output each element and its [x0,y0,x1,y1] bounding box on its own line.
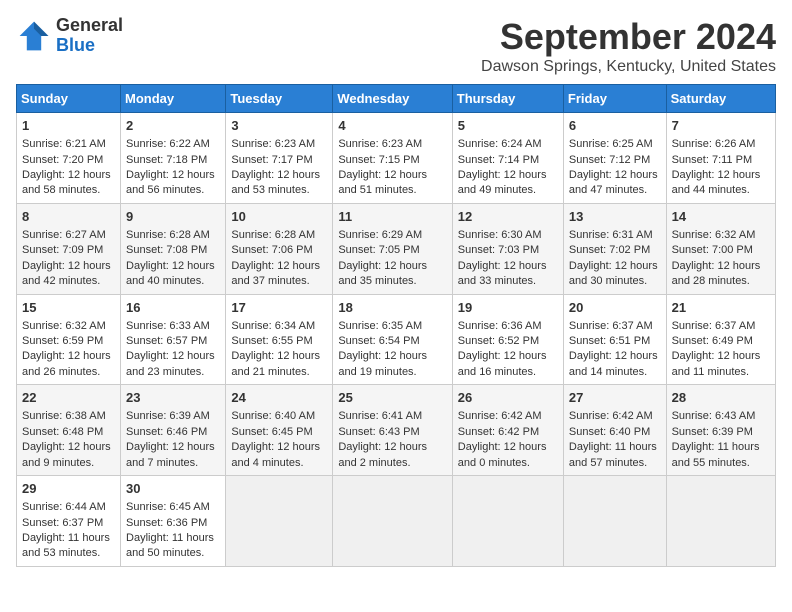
calendar-day-cell: 11Sunrise: 6:29 AMSunset: 7:05 PMDayligh… [333,203,452,294]
calendar-day-cell: 29Sunrise: 6:44 AMSunset: 6:37 PMDayligh… [17,476,121,567]
calendar-day-cell: 18Sunrise: 6:35 AMSunset: 6:54 PMDayligh… [333,294,452,385]
day-number: 10 [231,208,327,226]
day-number: 23 [126,389,220,407]
day-number: 4 [338,117,446,135]
calendar-day-cell: 1Sunrise: 6:21 AMSunset: 7:20 PMDaylight… [17,113,121,204]
weekday-header-monday: Monday [121,85,226,113]
empty-cell [333,476,452,567]
day-number: 13 [569,208,661,226]
day-number: 1 [22,117,115,135]
day-number: 28 [672,389,770,407]
calendar-table: SundayMondayTuesdayWednesdayThursdayFrid… [16,84,776,567]
weekday-header-saturday: Saturday [666,85,775,113]
calendar-day-cell: 21Sunrise: 6:37 AMSunset: 6:49 PMDayligh… [666,294,775,385]
day-number: 19 [458,299,558,317]
calendar-day-cell: 16Sunrise: 6:33 AMSunset: 6:57 PMDayligh… [121,294,226,385]
day-number: 8 [22,208,115,226]
day-number: 21 [672,299,770,317]
calendar-day-cell: 6Sunrise: 6:25 AMSunset: 7:12 PMDaylight… [563,113,666,204]
day-number: 16 [126,299,220,317]
weekday-header-friday: Friday [563,85,666,113]
logo-blue: Blue [56,35,95,55]
calendar-day-cell: 9Sunrise: 6:28 AMSunset: 7:08 PMDaylight… [121,203,226,294]
calendar-day-cell: 8Sunrise: 6:27 AMSunset: 7:09 PMDaylight… [17,203,121,294]
day-number: 7 [672,117,770,135]
location-title: Dawson Springs, Kentucky, United States [481,58,776,76]
calendar-day-cell: 5Sunrise: 6:24 AMSunset: 7:14 PMDaylight… [452,113,563,204]
calendar-day-cell: 30Sunrise: 6:45 AMSunset: 6:36 PMDayligh… [121,476,226,567]
calendar-day-cell: 24Sunrise: 6:40 AMSunset: 6:45 PMDayligh… [226,385,333,476]
weekday-header-wednesday: Wednesday [333,85,452,113]
calendar-day-cell: 20Sunrise: 6:37 AMSunset: 6:51 PMDayligh… [563,294,666,385]
day-number: 3 [231,117,327,135]
day-number: 29 [22,480,115,498]
empty-cell [452,476,563,567]
day-number: 15 [22,299,115,317]
calendar-day-cell: 4Sunrise: 6:23 AMSunset: 7:15 PMDaylight… [333,113,452,204]
calendar-day-cell: 17Sunrise: 6:34 AMSunset: 6:55 PMDayligh… [226,294,333,385]
day-number: 12 [458,208,558,226]
weekday-header-tuesday: Tuesday [226,85,333,113]
calendar-week-row: 22Sunrise: 6:38 AMSunset: 6:48 PMDayligh… [17,385,776,476]
day-number: 9 [126,208,220,226]
page-header: General Blue September 2024 Dawson Sprin… [16,16,776,76]
month-title: September 2024 [481,16,776,58]
empty-cell [666,476,775,567]
logo-icon [16,18,52,54]
calendar-week-row: 29Sunrise: 6:44 AMSunset: 6:37 PMDayligh… [17,476,776,567]
calendar-day-cell: 12Sunrise: 6:30 AMSunset: 7:03 PMDayligh… [452,203,563,294]
day-number: 18 [338,299,446,317]
calendar-day-cell: 25Sunrise: 6:41 AMSunset: 6:43 PMDayligh… [333,385,452,476]
day-number: 5 [458,117,558,135]
day-number: 27 [569,389,661,407]
calendar-week-row: 15Sunrise: 6:32 AMSunset: 6:59 PMDayligh… [17,294,776,385]
day-number: 20 [569,299,661,317]
logo: General Blue [16,16,123,56]
day-number: 22 [22,389,115,407]
weekday-header-sunday: Sunday [17,85,121,113]
logo-general: General [56,15,123,35]
day-number: 26 [458,389,558,407]
day-number: 14 [672,208,770,226]
empty-cell [226,476,333,567]
title-block: September 2024 Dawson Springs, Kentucky,… [481,16,776,76]
calendar-week-row: 8Sunrise: 6:27 AMSunset: 7:09 PMDaylight… [17,203,776,294]
calendar-day-cell: 19Sunrise: 6:36 AMSunset: 6:52 PMDayligh… [452,294,563,385]
calendar-day-cell: 2Sunrise: 6:22 AMSunset: 7:18 PMDaylight… [121,113,226,204]
calendar-week-row: 1Sunrise: 6:21 AMSunset: 7:20 PMDaylight… [17,113,776,204]
weekday-header-thursday: Thursday [452,85,563,113]
calendar-day-cell: 22Sunrise: 6:38 AMSunset: 6:48 PMDayligh… [17,385,121,476]
calendar-day-cell: 27Sunrise: 6:42 AMSunset: 6:40 PMDayligh… [563,385,666,476]
empty-cell [563,476,666,567]
day-number: 11 [338,208,446,226]
calendar-day-cell: 13Sunrise: 6:31 AMSunset: 7:02 PMDayligh… [563,203,666,294]
day-number: 30 [126,480,220,498]
day-number: 17 [231,299,327,317]
weekday-header-row: SundayMondayTuesdayWednesdayThursdayFrid… [17,85,776,113]
day-number: 25 [338,389,446,407]
calendar-day-cell: 7Sunrise: 6:26 AMSunset: 7:11 PMDaylight… [666,113,775,204]
calendar-day-cell: 3Sunrise: 6:23 AMSunset: 7:17 PMDaylight… [226,113,333,204]
calendar-day-cell: 14Sunrise: 6:32 AMSunset: 7:00 PMDayligh… [666,203,775,294]
calendar-day-cell: 15Sunrise: 6:32 AMSunset: 6:59 PMDayligh… [17,294,121,385]
calendar-day-cell: 10Sunrise: 6:28 AMSunset: 7:06 PMDayligh… [226,203,333,294]
day-number: 2 [126,117,220,135]
day-number: 24 [231,389,327,407]
day-number: 6 [569,117,661,135]
calendar-day-cell: 26Sunrise: 6:42 AMSunset: 6:42 PMDayligh… [452,385,563,476]
calendar-day-cell: 28Sunrise: 6:43 AMSunset: 6:39 PMDayligh… [666,385,775,476]
calendar-day-cell: 23Sunrise: 6:39 AMSunset: 6:46 PMDayligh… [121,385,226,476]
